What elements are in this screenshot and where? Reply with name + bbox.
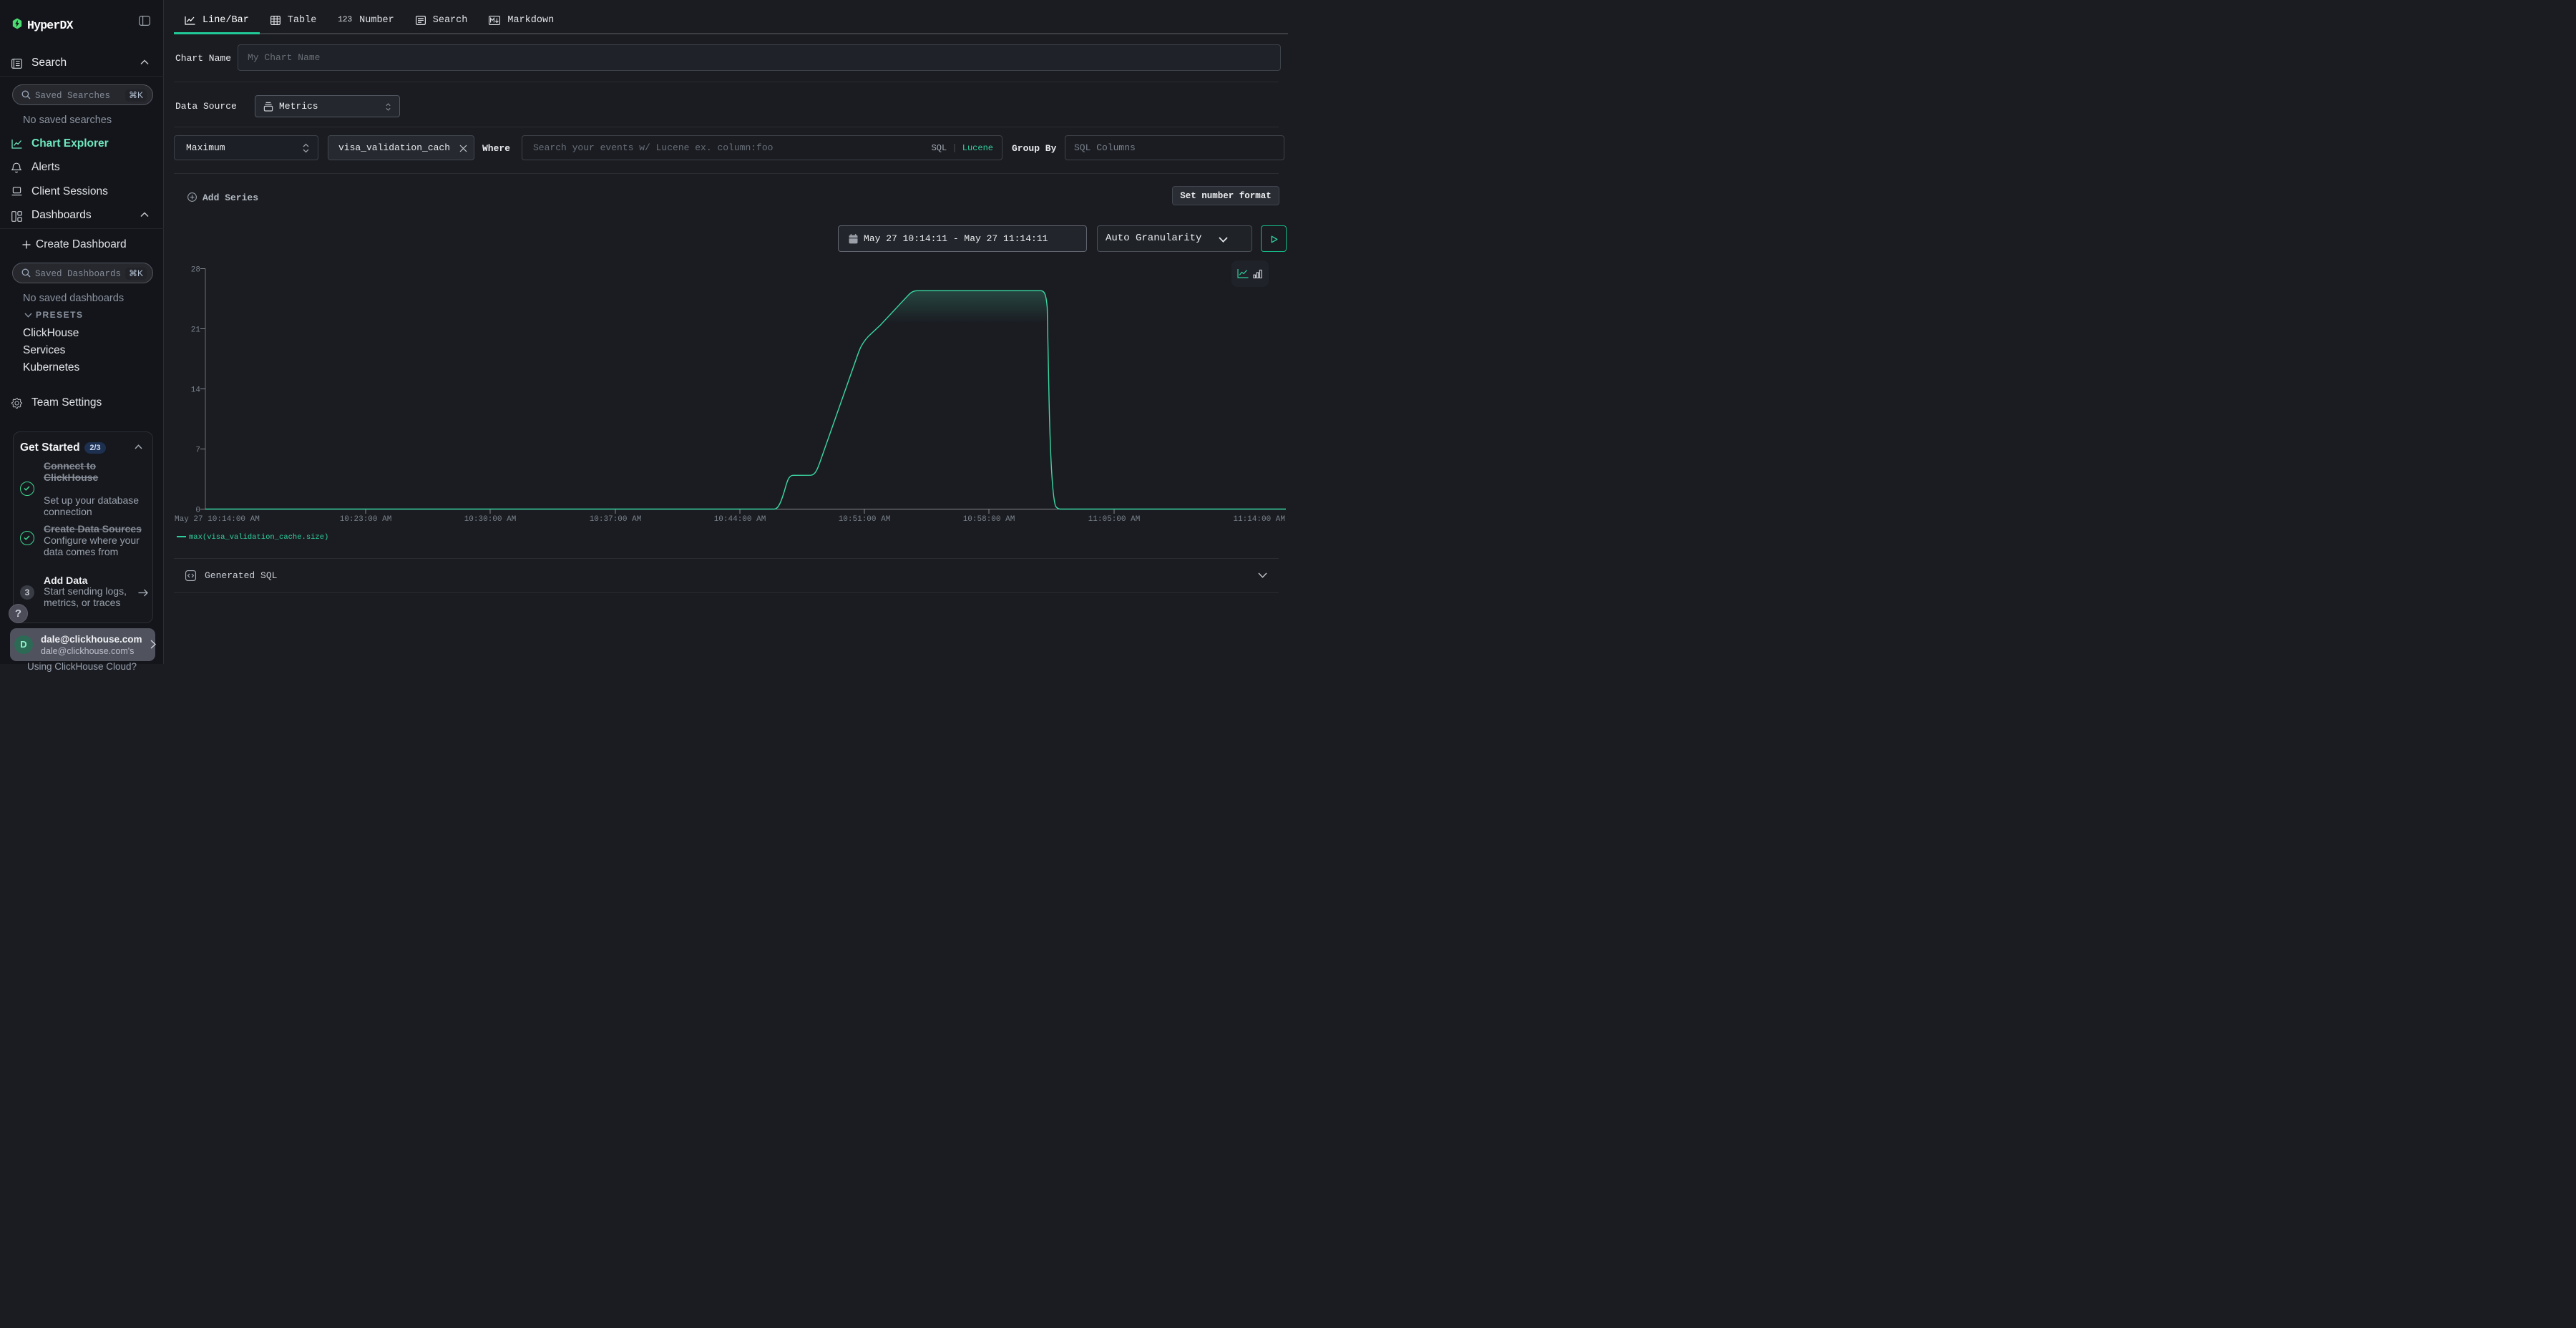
svg-text:May 27 10:14:00 AM: May 27 10:14:00 AM (175, 515, 260, 524)
svg-text:11:05:00 AM: 11:05:00 AM (1088, 515, 1141, 524)
svg-text:10:44:00 AM: 10:44:00 AM (714, 515, 766, 524)
svg-text:10:58:00 AM: 10:58:00 AM (963, 515, 1015, 524)
svg-text:21: 21 (191, 326, 201, 335)
svg-text:10:37:00 AM: 10:37:00 AM (590, 515, 642, 524)
svg-text:7: 7 (195, 446, 200, 455)
svg-text:10:30:00 AM: 10:30:00 AM (464, 515, 517, 524)
svg-text:14: 14 (191, 386, 201, 395)
svg-text:10:23:00 AM: 10:23:00 AM (340, 515, 392, 524)
svg-text:10:51:00 AM: 10:51:00 AM (839, 515, 891, 524)
svg-text:28: 28 (191, 266, 200, 275)
svg-text:0: 0 (195, 507, 200, 515)
svg-text:11:14:00 AM: 11:14:00 AM (1233, 515, 1285, 524)
